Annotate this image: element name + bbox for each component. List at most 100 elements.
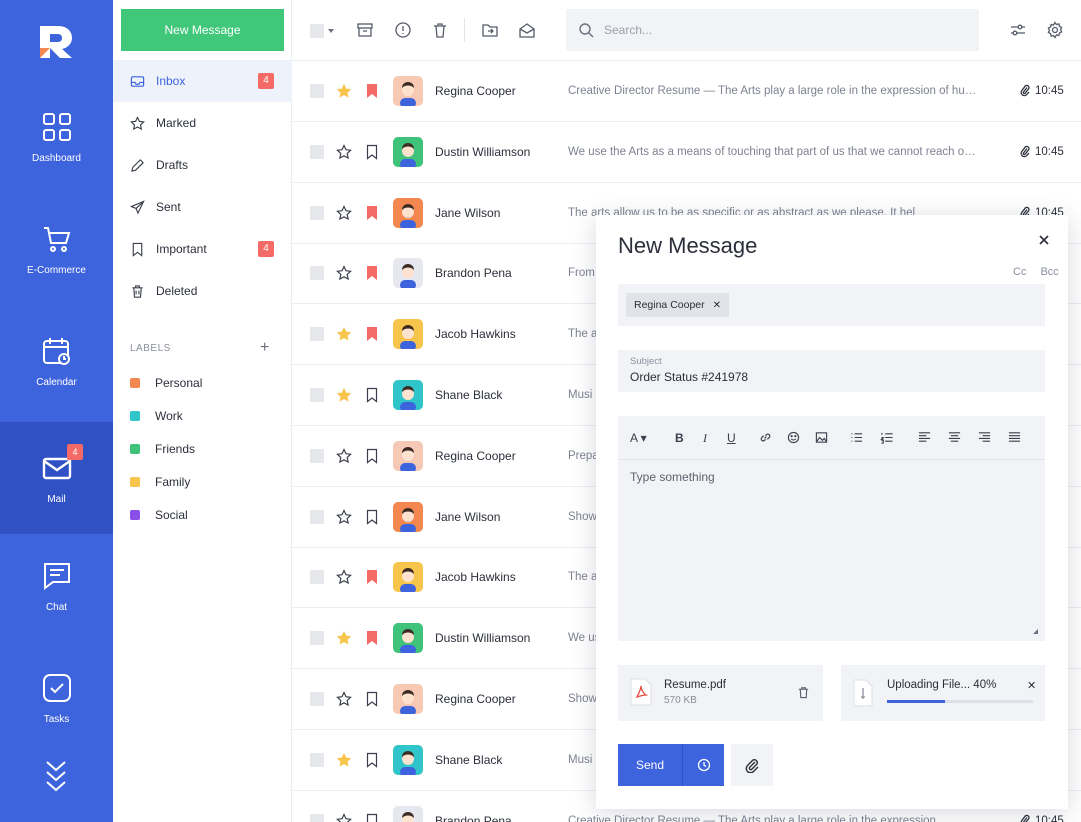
- rail-item-chat[interactable]: Chat: [0, 530, 113, 642]
- bookmark-icon[interactable]: [365, 691, 379, 707]
- remove-recipient-icon[interactable]: ✕: [713, 300, 721, 311]
- row-checkbox[interactable]: [310, 448, 324, 463]
- star-icon[interactable]: [336, 447, 352, 464]
- link-icon[interactable]: [759, 431, 772, 444]
- sender-name: Regina Cooper: [435, 692, 516, 706]
- new-message-button[interactable]: New Message: [121, 9, 284, 51]
- folder-inbox[interactable]: Inbox 4: [113, 60, 292, 102]
- archive-icon[interactable]: [356, 21, 374, 39]
- star-icon[interactable]: [336, 630, 352, 646]
- cc-link[interactable]: Cc: [1013, 266, 1026, 278]
- star-icon[interactable]: [336, 265, 352, 281]
- row-checkbox[interactable]: [310, 205, 324, 220]
- label-social[interactable]: Social: [130, 498, 280, 531]
- align-left-icon[interactable]: [918, 431, 931, 444]
- rail-item-calendar[interactable]: Calendar: [0, 305, 113, 417]
- bookmark-icon[interactable]: [365, 265, 379, 281]
- row-checkbox[interactable]: [310, 692, 324, 706]
- row-checkbox[interactable]: [310, 752, 324, 767]
- bookmark-icon[interactable]: [365, 752, 379, 768]
- mail-row[interactable]: Dustin Williamson We use the Arts as a me…: [292, 122, 1081, 183]
- label-personal[interactable]: Personal: [130, 366, 280, 399]
- label-family[interactable]: Family: [130, 465, 280, 498]
- label-work[interactable]: Work: [130, 399, 280, 432]
- star-icon[interactable]: [336, 326, 352, 342]
- row-checkbox[interactable]: [310, 570, 324, 585]
- italic-icon[interactable]: I: [703, 431, 707, 446]
- bookmark-icon[interactable]: [365, 144, 379, 160]
- mail-row[interactable]: Regina Cooper Creative Director Resume — …: [292, 61, 1081, 122]
- star-icon[interactable]: [336, 508, 352, 525]
- bookmark-icon[interactable]: [365, 509, 379, 525]
- subject-input[interactable]: [630, 370, 1030, 384]
- rail-item-ecommerce[interactable]: E-Commerce: [0, 193, 113, 305]
- row-checkbox[interactable]: [310, 266, 324, 281]
- font-size-dropdown[interactable]: A ▾: [630, 431, 647, 445]
- bookmark-icon[interactable]: [365, 83, 379, 99]
- rail-item-mail[interactable]: Mail 4: [0, 422, 113, 534]
- row-checkbox[interactable]: [310, 144, 324, 159]
- resize-handle[interactable]: [1033, 629, 1038, 634]
- bookmark-icon[interactable]: [365, 205, 379, 221]
- search-bar[interactable]: [566, 9, 979, 51]
- folder-important[interactable]: Important 4: [113, 228, 292, 270]
- row-checkbox[interactable]: [310, 509, 324, 524]
- emoji-icon[interactable]: [787, 431, 800, 444]
- row-checkbox[interactable]: [310, 84, 324, 98]
- cancel-upload-icon[interactable]: ✕: [1027, 679, 1036, 692]
- search-input[interactable]: [604, 23, 964, 37]
- row-checkbox[interactable]: [310, 813, 324, 822]
- move-to-folder-icon[interactable]: [481, 21, 499, 39]
- star-icon[interactable]: [336, 812, 352, 822]
- rail-item-dashboard[interactable]: Dashboard: [0, 81, 113, 193]
- bookmark-icon[interactable]: [365, 326, 379, 342]
- star-icon[interactable]: [336, 691, 352, 707]
- align-right-icon[interactable]: [978, 431, 991, 444]
- message-body[interactable]: [630, 470, 1030, 630]
- subject-field[interactable]: Subject: [618, 350, 1045, 392]
- folder-sent[interactable]: Sent: [113, 186, 292, 228]
- row-checkbox[interactable]: [310, 388, 324, 402]
- image-icon[interactable]: [815, 431, 828, 444]
- bold-icon[interactable]: B: [675, 431, 684, 445]
- bookmark-icon[interactable]: [365, 813, 379, 822]
- row-checkbox[interactable]: [310, 327, 324, 342]
- add-label-icon[interactable]: +: [260, 339, 269, 357]
- schedule-send-button[interactable]: [682, 744, 724, 786]
- star-icon[interactable]: [336, 387, 352, 403]
- gear-icon[interactable]: [1046, 21, 1064, 39]
- underline-icon[interactable]: U: [727, 431, 736, 445]
- filter-sliders-icon[interactable]: [1009, 21, 1027, 39]
- justify-icon[interactable]: [1008, 431, 1021, 444]
- bookmark-icon[interactable]: [365, 448, 379, 464]
- trash-icon[interactable]: [431, 21, 449, 39]
- folder-marked[interactable]: Marked: [113, 102, 292, 144]
- bcc-link[interactable]: Bcc: [1040, 266, 1058, 278]
- star-icon[interactable]: [336, 569, 352, 585]
- select-all-checkbox[interactable]: [310, 24, 324, 38]
- attach-file-button[interactable]: [731, 744, 773, 786]
- align-center-icon[interactable]: [948, 431, 961, 444]
- mark-read-icon[interactable]: [518, 21, 536, 39]
- bookmark-icon[interactable]: [365, 630, 379, 646]
- send-button[interactable]: Send: [618, 744, 682, 786]
- bullet-list-icon[interactable]: [850, 431, 863, 444]
- folder-deleted[interactable]: Deleted: [113, 270, 292, 312]
- star-icon[interactable]: [336, 752, 352, 768]
- row-checkbox[interactable]: [310, 631, 324, 646]
- bookmark-icon[interactable]: [365, 387, 379, 403]
- chevron-double-down-icon[interactable]: [44, 758, 68, 794]
- star-icon[interactable]: [336, 83, 352, 99]
- rail-item-tasks[interactable]: Tasks: [0, 642, 113, 754]
- caret-down-icon[interactable]: [327, 27, 335, 35]
- alert-icon[interactable]: [394, 21, 412, 39]
- close-icon[interactable]: [1036, 232, 1052, 248]
- bookmark-icon[interactable]: [365, 569, 379, 585]
- star-icon[interactable]: [336, 204, 352, 221]
- numbered-list-icon[interactable]: [880, 431, 894, 444]
- trash-icon[interactable]: [797, 686, 810, 699]
- folder-drafts[interactable]: Drafts: [113, 144, 292, 186]
- recipients-field[interactable]: Regina Cooper ✕: [618, 284, 1045, 326]
- label-friends[interactable]: Friends: [130, 432, 280, 465]
- star-icon[interactable]: [336, 143, 352, 160]
